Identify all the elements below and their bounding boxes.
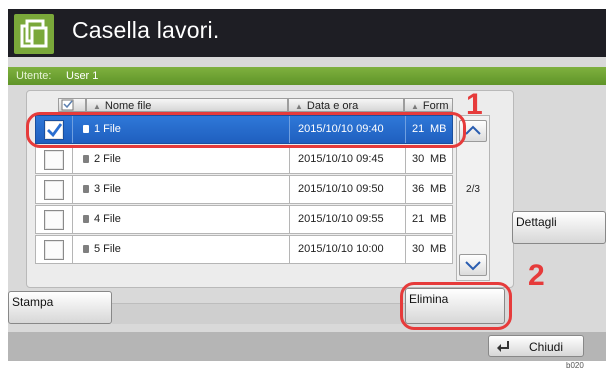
file-size-unit: MB [430, 243, 447, 255]
callout-number-1: 1 [466, 88, 483, 121]
file-icon [83, 155, 89, 163]
file-icon [83, 245, 89, 253]
file-date: 2015/10/10 09:45 [298, 153, 384, 165]
table-row[interactable]: 5 File 2015/10/10 10:00 30 MB [35, 235, 453, 264]
cell-divider [72, 206, 73, 233]
file-size: 30 [412, 153, 425, 165]
file-name: 3 File [94, 183, 121, 195]
cell-divider [72, 176, 73, 203]
cell-divider [289, 176, 290, 203]
print-button[interactable]: Stampa [8, 291, 112, 324]
callout-ring-2 [400, 282, 512, 330]
row-checkbox[interactable] [44, 180, 64, 200]
scroll-down-button[interactable] [459, 254, 487, 276]
column-header-name[interactable]: ▲ Nome file [86, 98, 288, 112]
action-bar-spacer [112, 303, 408, 324]
sort-triangle-icon: ▲ [93, 102, 101, 111]
column-header-size-label: Form [422, 100, 449, 112]
sort-triangle-icon: ▲ [411, 102, 419, 111]
cell-divider [405, 146, 406, 173]
file-icon [83, 215, 89, 223]
bottom-bar: Chiudi [8, 332, 606, 361]
select-all-checkbox[interactable] [58, 98, 86, 112]
table-row[interactable]: 2 File 2015/10/10 09:45 30 MB [35, 145, 453, 174]
file-size: 36 [412, 183, 425, 195]
row-checkbox[interactable] [44, 210, 64, 230]
file-date: 2015/10/10 09:50 [298, 183, 384, 195]
file-name: 5 File [94, 243, 121, 255]
file-size: 30 [412, 243, 425, 255]
user-label: Utente: [16, 70, 52, 82]
cell-divider [289, 146, 290, 173]
file-date: 2015/10/10 09:55 [298, 213, 384, 225]
table-row[interactable]: 3 File 2015/10/10 09:50 36 MB [35, 175, 453, 204]
file-size-unit: MB [430, 213, 447, 225]
file-name: 4 File [94, 213, 121, 225]
job-box-icon [14, 14, 54, 54]
details-button[interactable]: Dettagli [512, 211, 606, 244]
file-name: 2 File [94, 153, 121, 165]
sort-triangle-icon: ▲ [295, 102, 303, 111]
cell-divider [405, 176, 406, 203]
job-box-screen: Casella lavori. Utente: User 1 ▲ Nome fil… [8, 9, 606, 361]
table-row[interactable]: 4 File 2015/10/10 09:55 21 MB [35, 205, 453, 234]
user-bar: Utente: User 1 [8, 67, 606, 85]
user-name: User 1 [66, 70, 99, 82]
cell-divider [289, 206, 290, 233]
cell-divider [72, 146, 73, 173]
callout-ring-1 [26, 112, 466, 148]
page-title: Casella lavori. [72, 17, 220, 43]
return-arrow-icon [497, 341, 509, 352]
file-size: 21 [412, 213, 425, 225]
row-checkbox[interactable] [44, 150, 64, 170]
file-size-unit: MB [430, 183, 447, 195]
cell-divider [405, 206, 406, 233]
cell-divider [405, 236, 406, 263]
close-label: Chiudi [529, 340, 564, 354]
page-indicator: 2/3 [466, 184, 480, 195]
row-checkbox[interactable] [44, 240, 64, 260]
file-icon [83, 185, 89, 193]
column-header-name-label: Nome file [104, 100, 152, 112]
callout-number-2: 2 [528, 259, 545, 292]
cell-divider [289, 236, 290, 263]
file-date: 2015/10/10 10:00 [298, 243, 384, 255]
chevron-down-icon [465, 261, 481, 271]
column-header-date-label: Data e ora [306, 100, 359, 112]
close-button[interactable]: Chiudi [488, 335, 584, 357]
title-bar: Casella lavori. [8, 9, 606, 57]
file-size-unit: MB [430, 153, 447, 165]
cell-divider [72, 236, 73, 263]
column-header-size[interactable]: ▲ Form [404, 98, 453, 112]
column-header-date[interactable]: ▲ Data e ora [288, 98, 404, 112]
